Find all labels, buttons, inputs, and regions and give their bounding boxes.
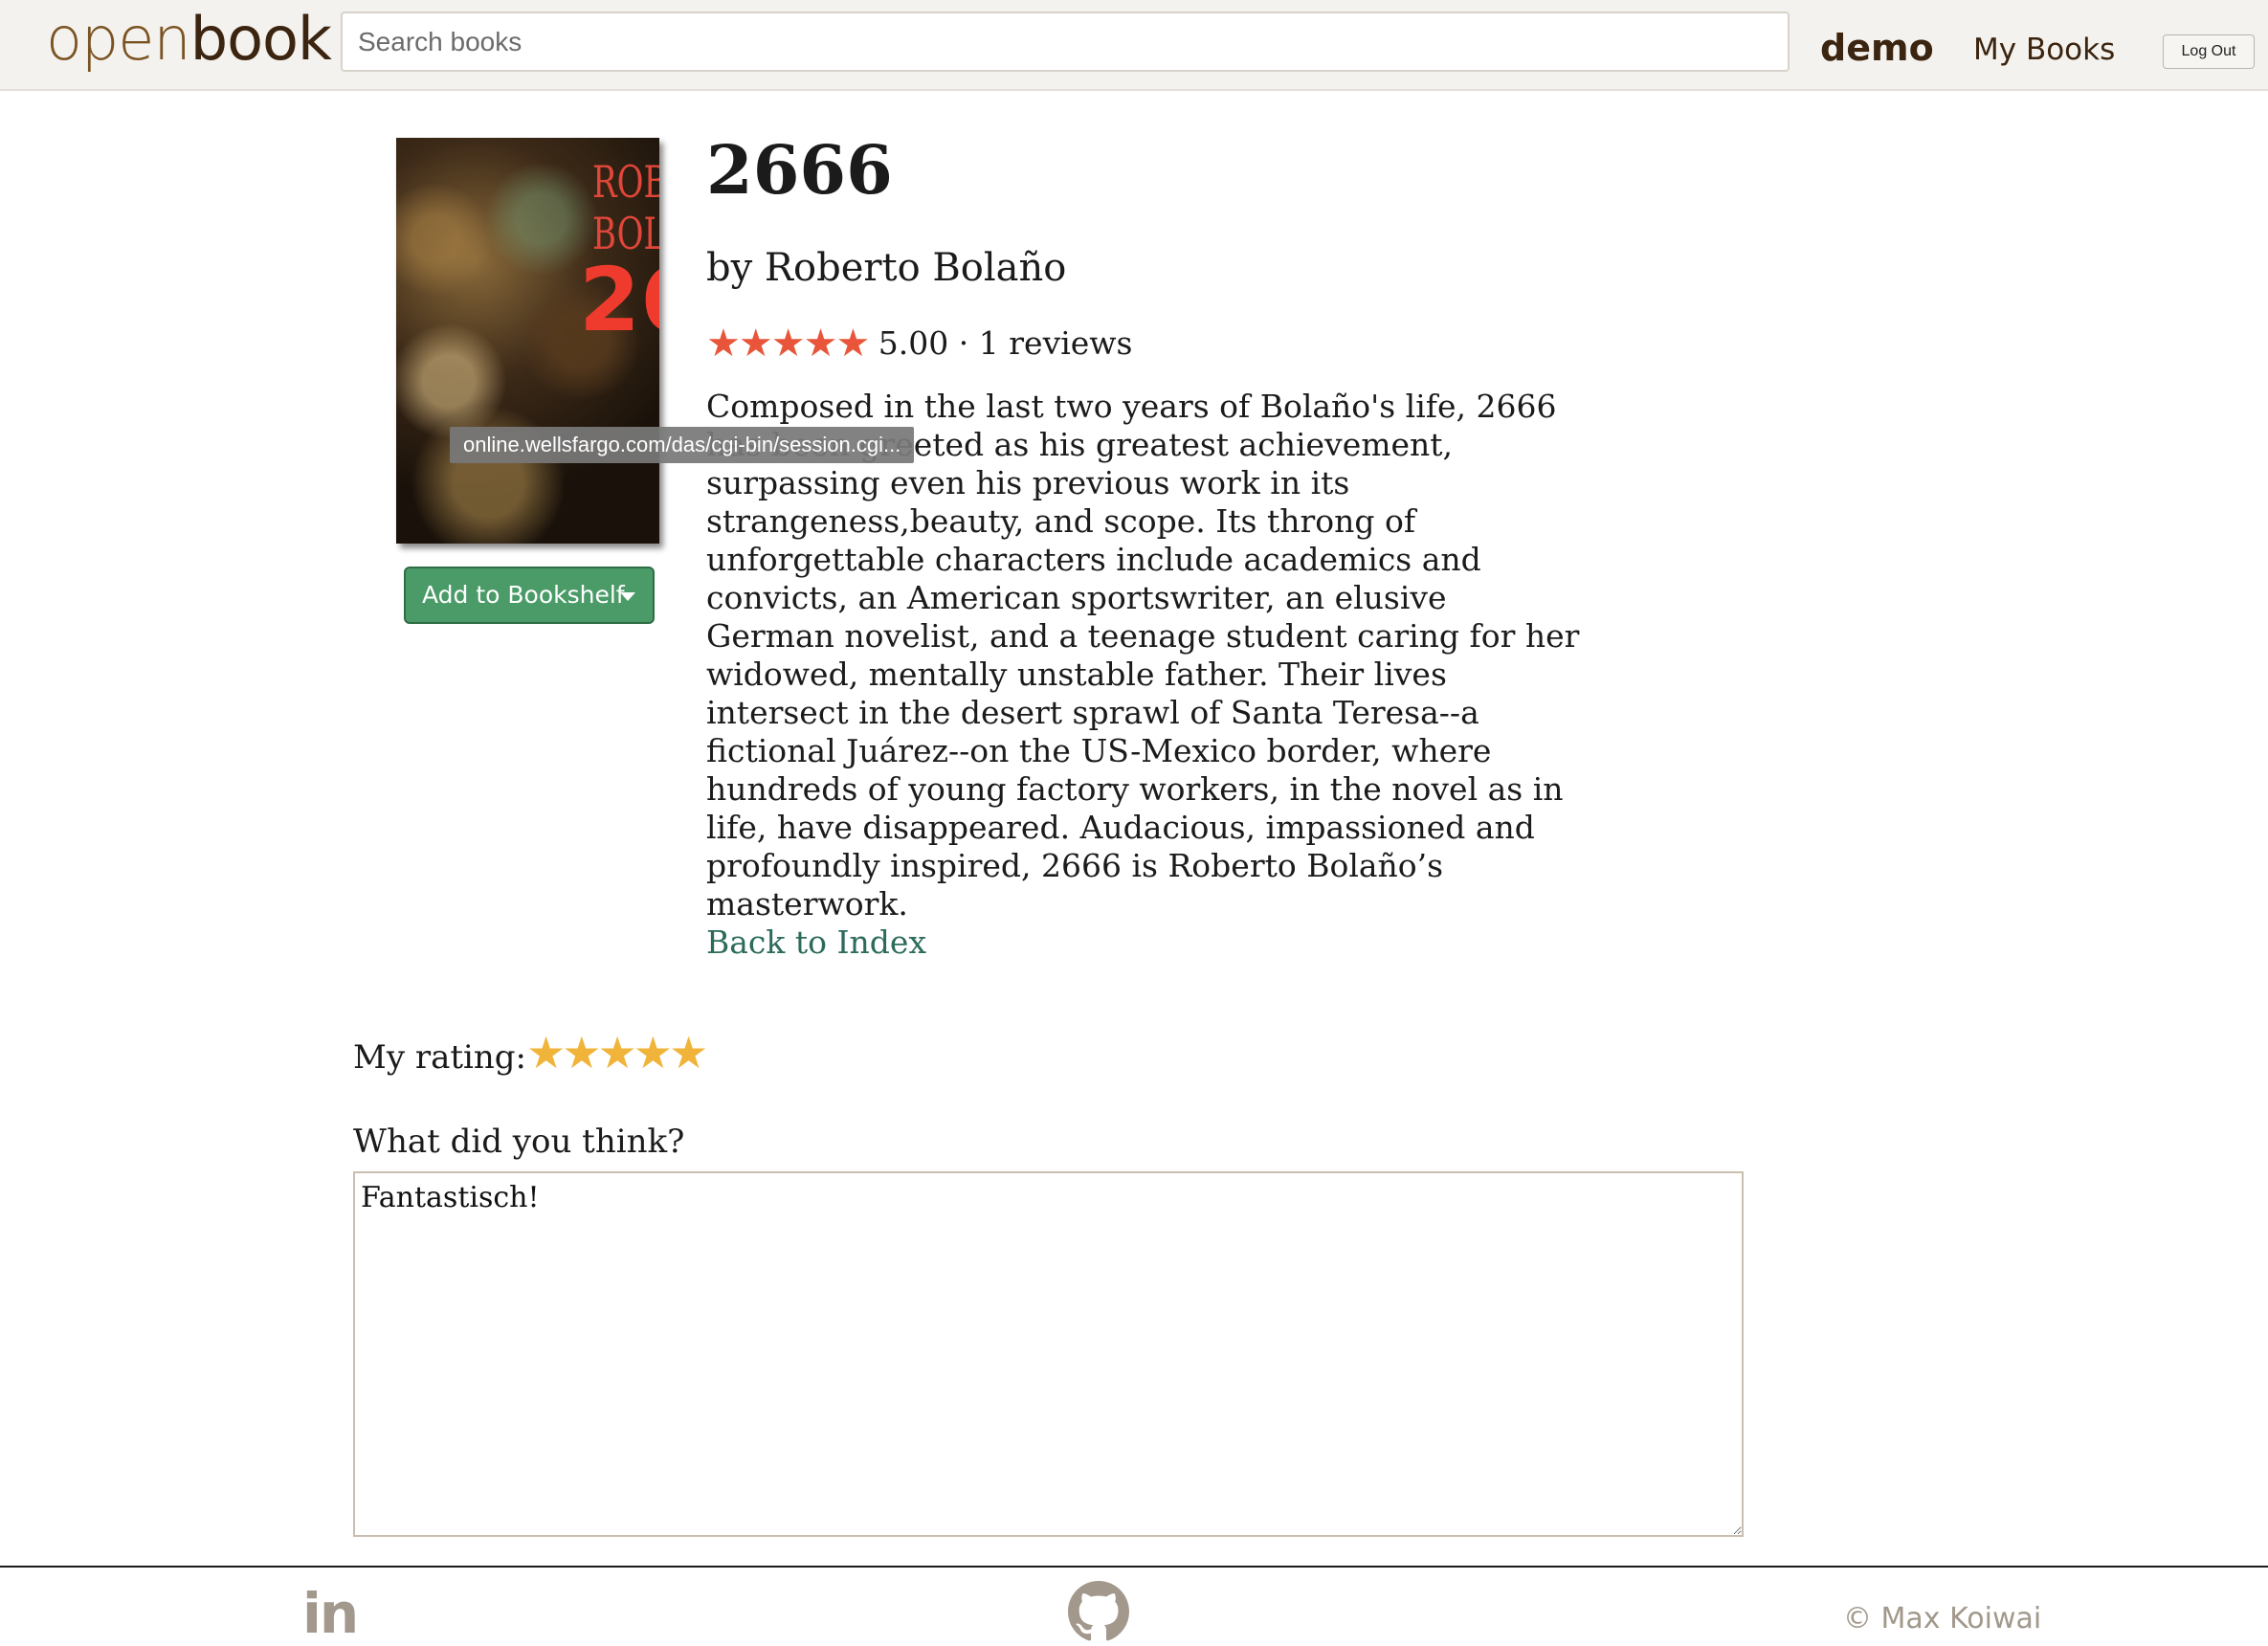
book-cover-image: ROBERTO BOLAÑO 2666	[396, 138, 659, 544]
back-to-index-link[interactable]: Back to Index	[706, 919, 926, 967]
log-out-button[interactable]: Log Out	[2163, 34, 2255, 69]
caret-down-icon	[620, 592, 635, 601]
review-count: 1 reviews	[978, 324, 1133, 362]
average-rating-row: ★★★★★ 5.00 · 1 reviews	[706, 320, 1132, 367]
average-rating-stars-icon: ★★★★★	[706, 322, 870, 366]
copyright-text: © Max Koiwai	[1843, 1602, 2042, 1635]
review-textarea[interactable]: Fantastisch!	[353, 1171, 1744, 1537]
linkedin-icon[interactable]: in	[302, 1585, 359, 1642]
add-to-bookshelf-label: Add to Bookshelf	[422, 581, 625, 609]
book-description: Composed in the last two years of Bolaño…	[706, 388, 1580, 923]
footer: in © Max Koiwai	[0, 1566, 2268, 1646]
openbook-logo[interactable]: openbook	[46, 0, 332, 78]
my-rating-label: My rating:	[353, 1038, 527, 1077]
add-to-bookshelf-button[interactable]: Add to Bookshelf	[404, 567, 655, 624]
link-url-tooltip: online.wellsfargo.com/das/cgi-bin/sessio…	[450, 427, 915, 463]
top-navbar: openbook demo My Books Log Out	[0, 0, 2268, 91]
my-books-link[interactable]: My Books	[1973, 33, 2115, 67]
search-input[interactable]	[341, 11, 1790, 72]
average-rating-value: 5.00	[878, 324, 949, 362]
github-icon[interactable]	[1068, 1581, 1129, 1646]
my-rating-stars-icon[interactable]: ★★★★★	[526, 1026, 708, 1079]
book-title: 2666	[706, 130, 893, 210]
cover-title-text: 2666	[579, 249, 659, 351]
cover-author-text: ROBERTO BOLAÑO	[592, 157, 659, 260]
rating-separator: ·	[958, 324, 969, 362]
username-link[interactable]: demo	[1820, 27, 1934, 69]
book-author: by Roberto Bolaño	[706, 246, 1067, 290]
review-prompt-label: What did you think?	[353, 1123, 685, 1161]
